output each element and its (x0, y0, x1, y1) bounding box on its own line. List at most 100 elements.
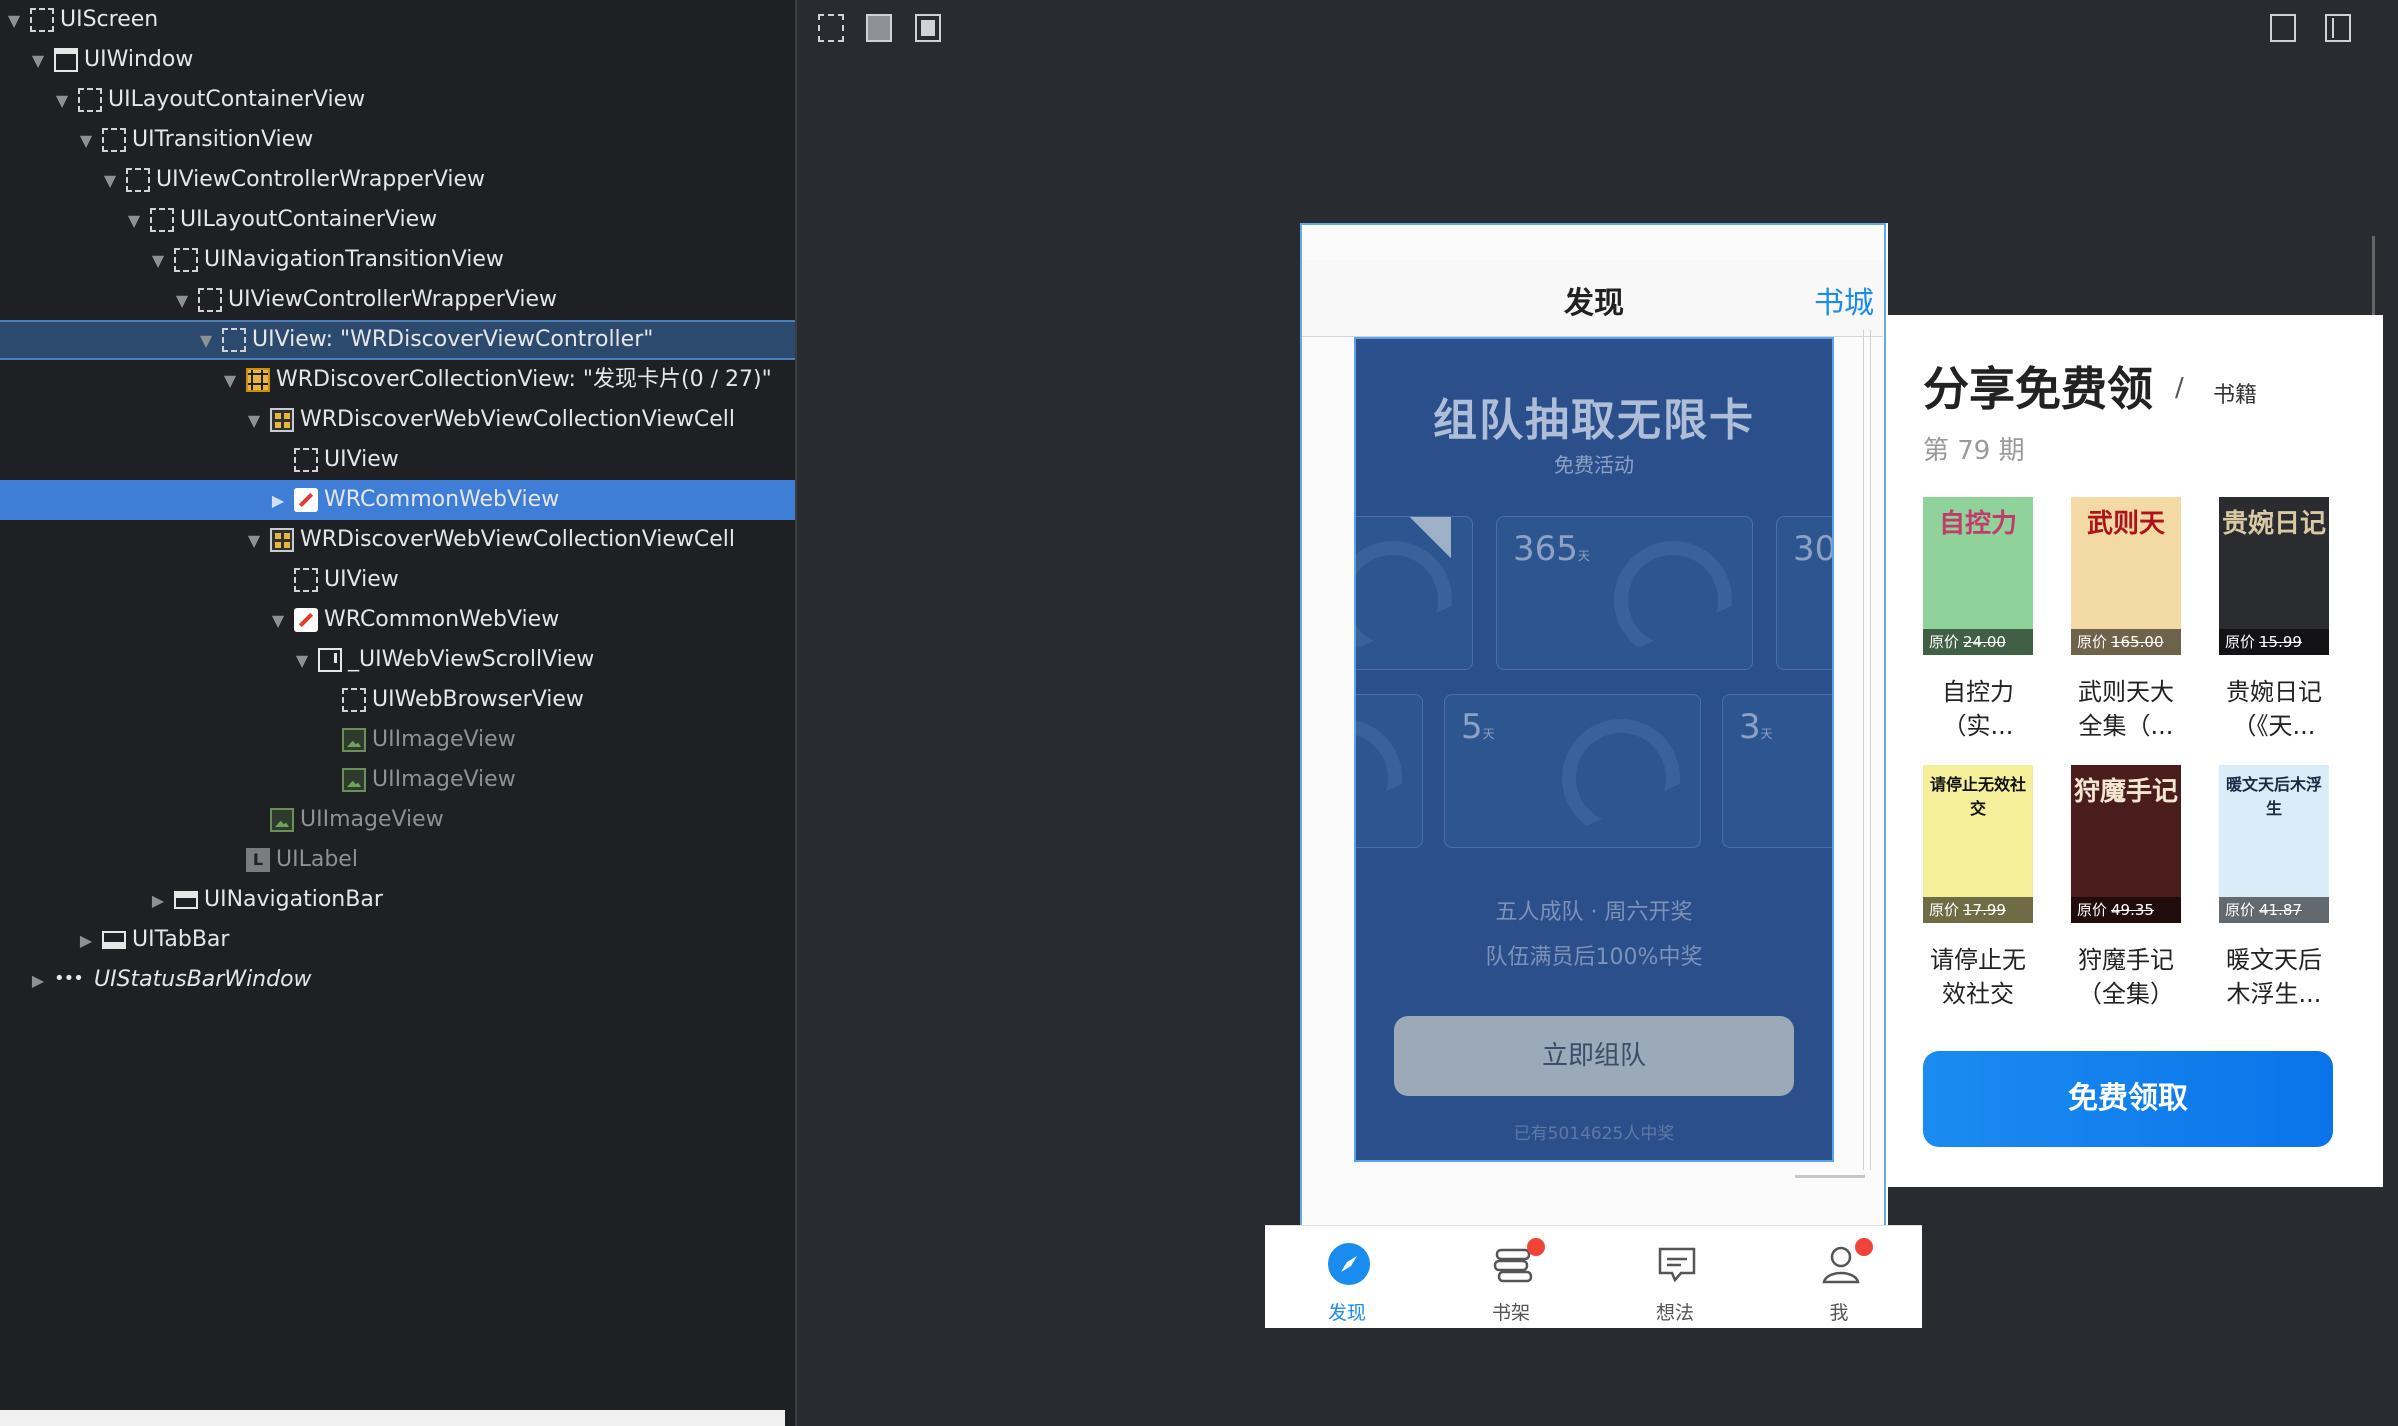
cover-title: 请停止无效社交 (1929, 775, 2026, 818)
tree-row[interactable]: ▼ UINavigationTransitionView (0, 240, 795, 280)
tree-row-label: UINavigationBar (204, 887, 383, 912)
disclosure-expanded-icon[interactable]: ▼ (52, 91, 72, 110)
tree-row-label: UIImageView (372, 727, 516, 752)
disclosure-expanded-icon[interactable]: ▼ (76, 131, 96, 150)
book-cover[interactable]: 贵婉日记 原价 15.99 (2219, 497, 2329, 655)
disclosure-expanded-icon[interactable]: ▼ (292, 651, 312, 670)
book-item[interactable]: 暖文天后木浮生 原价 41.87 暖文天后 木浮生... (2219, 765, 2329, 1011)
book-cover[interactable]: 请停止无效社交 原价 17.99 (1923, 765, 2033, 923)
tile-value: 30 (1793, 529, 1834, 569)
join-team-button[interactable]: 立即组队 (1394, 1016, 1794, 1096)
original-price: 原价 24.00 (1923, 629, 2033, 655)
cover-title: 狩魔手记 (2073, 777, 2178, 807)
tree-row-label: UIWebBrowserView (372, 687, 584, 712)
tree-row[interactable]: ▼ WRDiscoverWebViewCollectionViewCell (0, 400, 795, 440)
scroll-indicator (1795, 1175, 1865, 1178)
claim-free-button[interactable]: 免费领取 (1923, 1051, 2333, 1147)
disclosure-collapsed-icon[interactable]: ▶ (268, 491, 288, 510)
webview-compass-icon (294, 488, 318, 512)
book-title-line: （实... (1942, 712, 2014, 740)
tab-bookshelf[interactable]: 书架 (1429, 1226, 1593, 1328)
tree-row-label: WRCommonWebView (324, 607, 560, 632)
tab-profile[interactable]: 我 (1757, 1226, 1921, 1328)
disclosure-expanded-icon[interactable]: ▼ (124, 211, 144, 230)
tree-row[interactable]: UIImageView (0, 800, 795, 840)
tree-row-label: UIImageView (300, 807, 444, 832)
tree-row[interactable]: L UILabel (0, 840, 795, 880)
offer-title: 分享免费领 (1923, 362, 2153, 416)
book-item[interactable]: 贵婉日记 原价 15.99 贵婉日记 （《天... (2219, 497, 2329, 743)
image-view-icon (342, 728, 366, 752)
tree-row-label: UIStatusBarWindow (94, 967, 312, 992)
split-device-icon[interactable] (2325, 14, 2351, 42)
disclosure-expanded-icon[interactable]: ▼ (220, 371, 240, 390)
tree-row[interactable]: ▶ ••• UIStatusBarWindow (0, 960, 795, 1000)
book-item[interactable]: 武则天 原价 165.00 武则天大 全集（... (2071, 497, 2181, 743)
tab-label: 想法 (1655, 1302, 1694, 1324)
price-value: 17.99 (1963, 901, 2006, 919)
disclosure-expanded-icon[interactable]: ▼ (4, 11, 24, 30)
disclosure-expanded-icon[interactable]: ▼ (172, 291, 192, 310)
wireframe-solid-icon[interactable] (915, 14, 941, 42)
price-value: 165.00 (2111, 633, 2164, 651)
tab-comment[interactable]: 想法 (1593, 1226, 1757, 1328)
book-cover[interactable]: 暖文天后木浮生 原价 41.87 (2219, 765, 2329, 923)
winner-count: 已有5014625人中奖 (1513, 1124, 1675, 1144)
single-device-icon[interactable] (2270, 14, 2296, 42)
tree-row[interactable]: ▶ WRCommonWebView (0, 480, 795, 520)
tree-row[interactable]: ▼ WRCommonWebView (0, 600, 795, 640)
disclosure-collapsed-icon[interactable]: ▶ (148, 891, 168, 910)
tree-row-label: UIViewControllerWrapperView (156, 167, 486, 192)
tree-row[interactable]: ▼ _UIWebViewScrollView (0, 640, 795, 680)
disclosure-expanded-icon[interactable]: ▼ (100, 171, 120, 190)
canvas-scrollbar[interactable] (2372, 236, 2375, 316)
tree-row[interactable]: ▶ UITabBar (0, 920, 795, 960)
discover-web-card[interactable]: 组队抽取无限卡 免费活动 365天 30 5天 3天 五人成队 · 周六开奖 队… (1354, 337, 1834, 1162)
book-item[interactable]: 自控力 原价 24.00 自控力 （实... (1923, 497, 2033, 743)
tab-compass[interactable]: 发现 (1265, 1226, 1429, 1328)
tree-row[interactable]: UIView (0, 560, 795, 600)
tree-row[interactable]: ▼ WRDiscoverWebViewCollectionViewCell (0, 520, 795, 560)
tree-row[interactable]: UIImageView (0, 760, 795, 800)
cover-title: 自控力 (1938, 509, 2017, 539)
tree-row[interactable]: ▶ UINavigationBar (0, 880, 795, 920)
tree-row[interactable]: ▼ WRDiscoverCollectionView: "发现卡片(0 / 27)… (0, 360, 795, 400)
disclosure-expanded-icon[interactable]: ▼ (28, 51, 48, 70)
disclosure-expanded-icon[interactable]: ▼ (244, 531, 264, 550)
disclosure-collapsed-icon[interactable]: ▶ (76, 931, 96, 950)
tree-row[interactable]: ▼ UIViewControllerWrapperView (0, 160, 795, 200)
panel-scrollbar-track[interactable] (0, 1410, 785, 1426)
tree-row[interactable]: ▼ UIView: "WRDiscoverViewController" (0, 320, 795, 360)
disclosure-collapsed-icon[interactable]: ▶ (28, 971, 48, 990)
book-title: 自控力 （实... (1923, 675, 2033, 743)
book-cover[interactable]: 武则天 原价 165.00 (2071, 497, 2181, 655)
book-item[interactable]: 请停止无效社交 原价 17.99 请停止无 效社交 (1923, 765, 2033, 1011)
prize-tile: 5天 (1444, 694, 1701, 848)
card-subtitle: 免费活动 (1554, 453, 1634, 477)
book-item[interactable]: 狩魔手记 原价 49.35 狩魔手记 （全集） (2071, 765, 2181, 1011)
offer-tag: 书籍 (2213, 383, 2258, 408)
tree-row[interactable]: ▼ UILayoutContainerView (0, 200, 795, 240)
tree-row-label: UIImageView (372, 767, 516, 792)
book-cover[interactable]: 自控力原价 24.00 (1923, 497, 2033, 655)
tree-row[interactable]: UIView (0, 440, 795, 480)
disclosure-expanded-icon[interactable]: ▼ (244, 411, 264, 430)
tree-row[interactable]: ▼ UILayoutContainerView (0, 80, 795, 120)
tile-logo-icon (1356, 719, 1402, 837)
tree-row[interactable]: UIWebBrowserView (0, 680, 795, 720)
wireframe-icon[interactable] (818, 14, 844, 42)
tree-row[interactable]: ▼ UIScreen (0, 0, 795, 40)
disclosure-expanded-icon[interactable]: ▼ (196, 331, 216, 350)
view-icon (198, 288, 222, 312)
solid-view-icon[interactable] (866, 14, 892, 42)
tree-row[interactable]: ▼ UIViewControllerWrapperView (0, 280, 795, 320)
tree-row[interactable]: UIImageView (0, 720, 795, 760)
badge-dot (1527, 1238, 1545, 1256)
tree-row[interactable]: ▼ UIWindow (0, 40, 795, 80)
bookstore-link[interactable]: 书城 (1814, 278, 1874, 322)
book-title-line: 武则天大 (2078, 678, 2174, 706)
disclosure-expanded-icon[interactable]: ▼ (148, 251, 168, 270)
disclosure-expanded-icon[interactable]: ▼ (268, 611, 288, 630)
book-cover[interactable]: 狩魔手记 原价 49.35 (2071, 765, 2181, 923)
tree-row[interactable]: ▼ UITransitionView (0, 120, 795, 160)
